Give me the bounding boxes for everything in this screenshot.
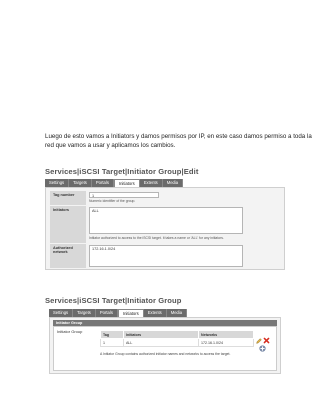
tab-initiators-2[interactable]: Initiators xyxy=(117,309,144,317)
cell-networks: 172.16.1.0/24 xyxy=(198,338,254,347)
page-title-2: Services|iSCSI Target|Initiator Group xyxy=(45,296,182,305)
authorized-network-textarea[interactable]: 172.16.1.0/24 xyxy=(89,245,243,267)
column-header-networks: Networks xyxy=(198,330,254,339)
initiator-group-list-screenshot: Services|iSCSI Target|Initiator Group Se… xyxy=(45,296,285,374)
initiators-label: Initiators xyxy=(50,206,86,243)
instruction-paragraph: Luego de esto vamos a Initiators y damos… xyxy=(45,133,312,150)
edit-form-panel: Tag number 1 Numeric identifier of the g… xyxy=(45,187,285,270)
authorized-network-label: Authorized network xyxy=(50,244,86,268)
tab-targets[interactable]: Targets xyxy=(69,179,92,187)
initiator-group-edit-screenshot: Services|iSCSI Target|Initiator Group|Ed… xyxy=(45,167,285,270)
tab-portals-2[interactable]: Portals xyxy=(95,309,118,317)
tab-bar-2: Settings Targets Portals Initiators Exte… xyxy=(49,309,188,317)
add-icon[interactable] xyxy=(259,345,266,352)
page-title: Services|iSCSI Target|Initiator Group|Ed… xyxy=(45,167,199,176)
initiator-group-note: A Initiator Group contains authorized in… xyxy=(100,352,231,356)
initiator-group-body: Initiator Group Tag Initiators Networks … xyxy=(53,326,277,371)
table-row[interactable]: 1 ALL 172.16.1.0/24 xyxy=(100,338,254,347)
column-header-tag: Tag xyxy=(100,330,124,339)
column-header-initiators: Initiators xyxy=(123,330,199,339)
tab-initiators[interactable]: Initiators xyxy=(113,179,140,187)
tab-extents-2[interactable]: Extents xyxy=(143,309,167,317)
initiator-group-table: Tag Initiators Networks 1 ALL 172.16.1.0… xyxy=(100,330,254,347)
tag-number-help: Numeric identifier of the group. xyxy=(89,199,136,203)
tab-extents[interactable]: Extents xyxy=(139,179,163,187)
tag-number-label: Tag number xyxy=(50,191,86,205)
edit-icon[interactable] xyxy=(256,338,262,344)
initiator-group-panel: Initiator Group Initiator Group Tag Init… xyxy=(49,317,281,374)
tab-settings[interactable]: Settings xyxy=(45,179,70,187)
tab-targets-2[interactable]: Targets xyxy=(73,309,96,317)
tab-settings-2[interactable]: Settings xyxy=(49,309,74,317)
table-header-row: Tag Initiators Networks xyxy=(100,330,254,339)
cell-initiators: ALL xyxy=(123,338,199,347)
cell-tag: 1 xyxy=(100,338,124,347)
initiators-textarea[interactable]: ALL xyxy=(89,207,243,234)
initiator-group-left-label: Initiator Group xyxy=(57,329,83,334)
tab-bar: Settings Targets Portals Initiators Exte… xyxy=(45,179,184,187)
tab-media[interactable]: Media xyxy=(162,179,184,187)
delete-icon[interactable] xyxy=(263,337,270,344)
paragraph-line-1: Luego de esto vamos a Initiators y damos… xyxy=(45,133,312,140)
tab-portals[interactable]: Portals xyxy=(91,179,114,187)
tab-media-2[interactable]: Media xyxy=(166,309,188,317)
initiators-help: Initiator authorized to access to the iS… xyxy=(89,236,224,240)
tag-number-field[interactable]: 1 xyxy=(89,192,159,198)
paragraph-line-2: red que vamos a usar y aplicamos los cam… xyxy=(45,141,176,149)
